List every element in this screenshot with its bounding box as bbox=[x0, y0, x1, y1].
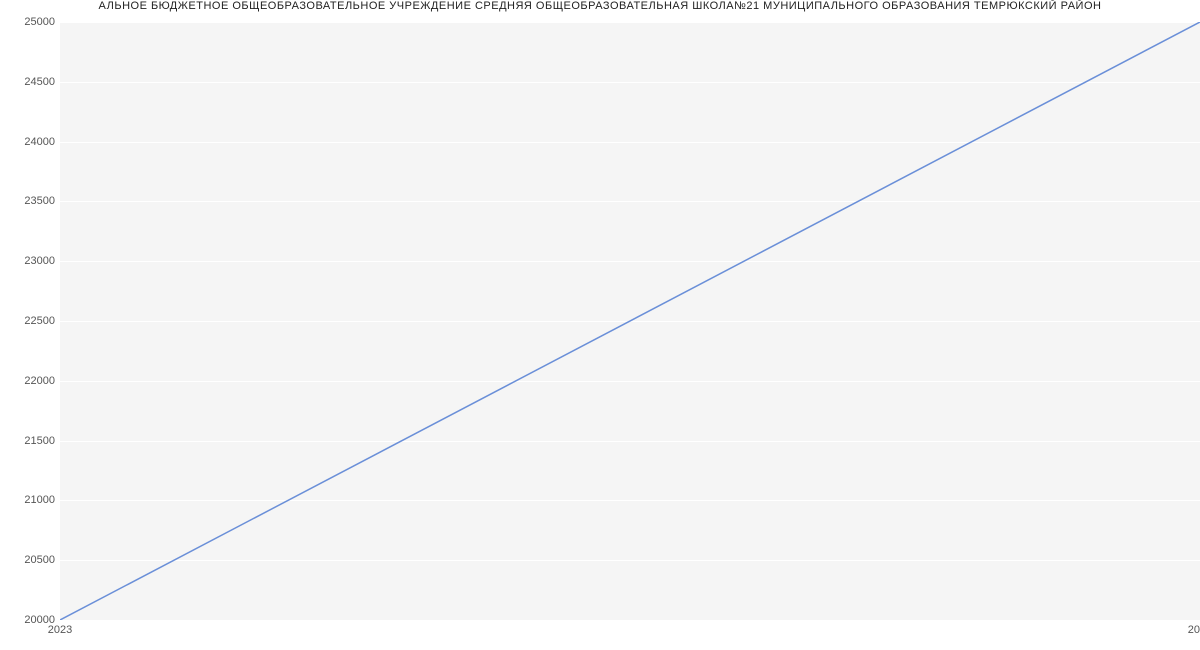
x-tick-label: 2024 bbox=[1188, 624, 1200, 636]
y-tick-label: 20500 bbox=[5, 554, 55, 566]
plot-area bbox=[60, 22, 1200, 620]
y-tick-label: 23000 bbox=[5, 255, 55, 267]
y-tick-label: 22000 bbox=[5, 375, 55, 387]
y-tick-label: 21000 bbox=[5, 494, 55, 506]
line-series bbox=[60, 22, 1200, 620]
y-tick-label: 21500 bbox=[5, 435, 55, 447]
grid-line bbox=[60, 620, 1200, 621]
y-tick-label: 24000 bbox=[5, 136, 55, 148]
y-tick-label: 25000 bbox=[5, 16, 55, 28]
chart-title: АЛЬНОЕ БЮДЖЕТНОЕ ОБЩЕОБРАЗОВАТЕЛЬНОЕ УЧР… bbox=[0, 0, 1200, 16]
y-tick-label: 24500 bbox=[5, 76, 55, 88]
x-tick-label: 2023 bbox=[48, 624, 72, 636]
y-tick-label: 22500 bbox=[5, 315, 55, 327]
chart-container: АЛЬНОЕ БЮДЖЕТНОЕ ОБЩЕОБРАЗОВАТЕЛЬНОЕ УЧР… bbox=[0, 0, 1200, 650]
y-tick-label: 23500 bbox=[5, 195, 55, 207]
